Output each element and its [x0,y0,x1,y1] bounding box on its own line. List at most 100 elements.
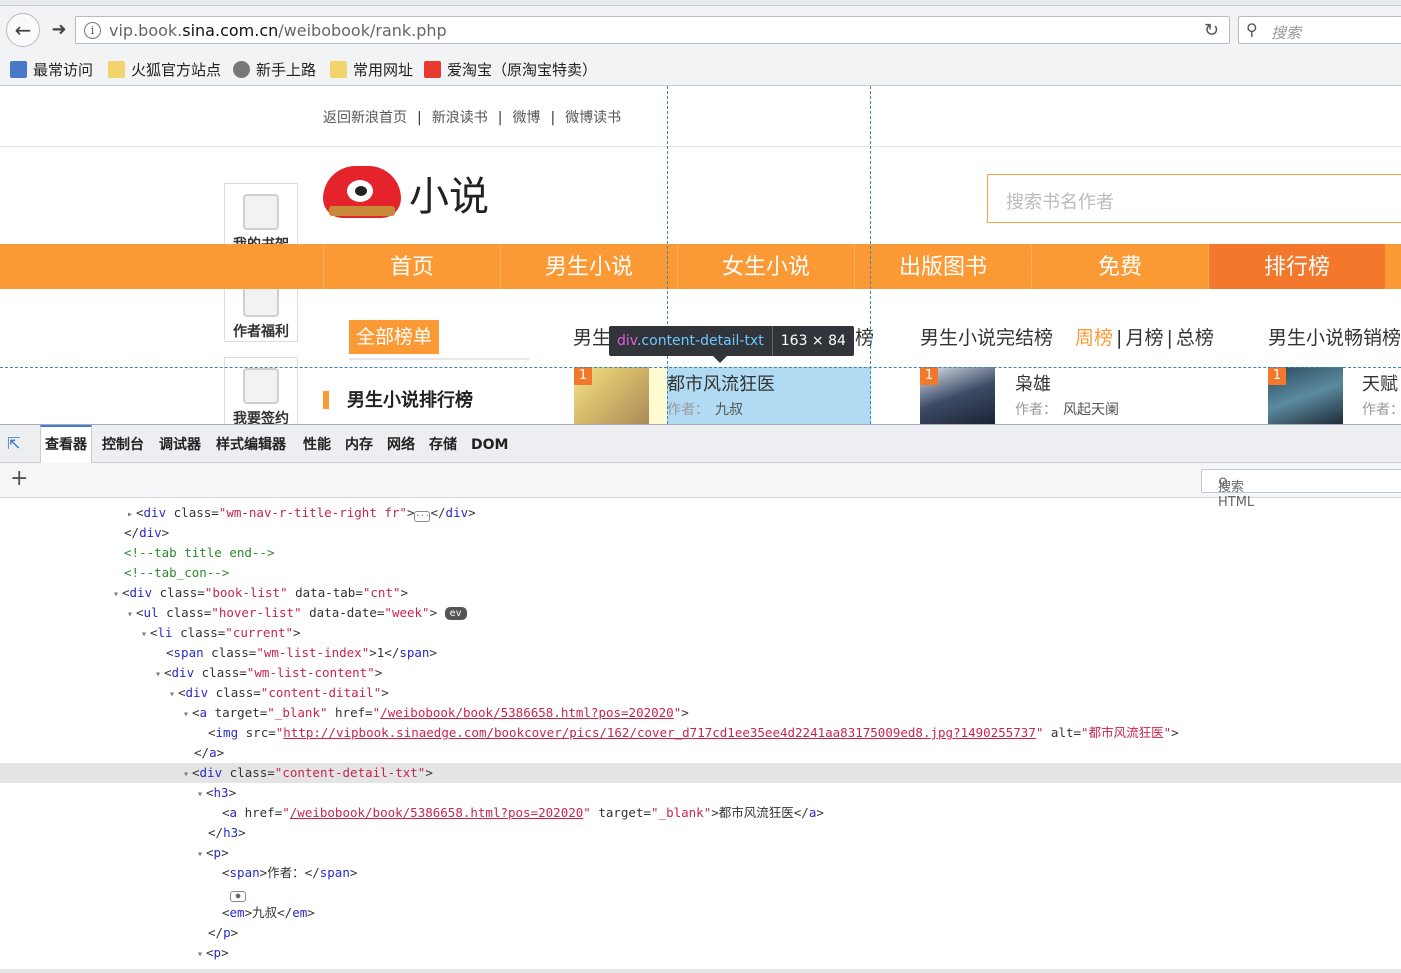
link-sina-home[interactable]: 返回新浪首页 [323,110,407,126]
col3-title: 男生小说畅销榜 [1268,327,1401,349]
markup-view[interactable]: ▸ <div class="wm-nav-r-title-right fr">··… [0,498,1401,968]
nav-male-novels[interactable]: 男生小说 [500,244,677,289]
markup-line[interactable]: ▾ <p> [0,843,1401,863]
markup-line[interactable]: <em>九叔</em> [0,903,1401,923]
element-picker-icon[interactable]: ⇱ [7,434,29,454]
col1-title-prefix: 男生 [573,327,612,349]
back-button[interactable]: ← [6,13,40,47]
bookmark-getting-started[interactable]: 新手上路 [233,59,316,80]
nav-published-books[interactable]: 出版图书 [854,244,1031,289]
book-cover[interactable]: 1 [574,367,649,424]
guide-line [0,367,1401,368]
book-search-input[interactable]: 搜索书名作者 [987,174,1401,223]
nav-rankings[interactable]: 排行榜 [1208,244,1385,289]
markup-line[interactable]: ▾ <a target="_blank" href="/weibobook/boo… [0,703,1401,723]
markup-line[interactable]: <img src="http://vipbook.sinaedge.com/bo… [0,723,1401,743]
book-author: 作者： 风起天阑 [1015,402,1119,418]
book-title[interactable]: 枭雄 [1015,370,1051,396]
markup-line-selected[interactable]: ▾ <div class="content-detail-txt"> [0,763,1401,783]
bookmarks-toolbar: 最常访问 火狐官方站点 新手上路 常用网址 爱淘宝（原淘宝特卖） [0,56,1401,82]
markup-line[interactable]: ▾ <p> [0,943,1401,963]
browser-search-box[interactable]: ⚲ 搜索 [1238,16,1401,44]
globe-icon [233,61,250,78]
bookshelf-icon [243,194,279,230]
bookmark-common-sites[interactable]: 常用网址 [330,59,413,80]
event-badge[interactable]: ev [444,607,467,620]
markup-line[interactable]: </div> [0,523,1401,543]
bookmark-aitaobao[interactable]: 爱淘宝（原淘宝特卖） [424,59,597,80]
book-title[interactable]: 都市风流狂医 [667,370,775,396]
tab-style-editor[interactable]: 样式编辑器 [216,425,286,463]
devtools-tabs: ⇱ 查看器 控制台 调试器 样式编辑器 性能 内存 网络 存储 DOM [0,425,1401,463]
markup-line[interactable]: ▸ <div class="wm-nav-r-title-right fr">··… [0,503,1401,523]
taobao-icon [424,61,441,78]
markup-line[interactable]: ▾ <div class="book-list" data-tab="cnt"> [0,583,1401,603]
browser-chrome: ← ➜ i vip.book.sina.com.cn/weibobook/ran… [0,0,1401,86]
logo-text: 小说 [409,174,489,220]
tab-memory[interactable]: 内存 [345,425,373,463]
guide-line [667,86,668,424]
tab-network[interactable]: 网络 [387,425,415,463]
inspector-tooltip: div.content-detail-txt 163 × 84 [609,326,854,363]
markup-line[interactable]: <!--tab title end--> [0,543,1401,563]
markup-line[interactable]: ▾ <h3> [0,783,1401,803]
markup-line[interactable]: ▾ <li class="current"> [0,623,1401,643]
most-visited-icon [10,61,27,78]
male-rank-heading[interactable]: 男生小说排行榜 [323,386,473,412]
col2-tab-total[interactable]: 总榜 [1176,327,1214,349]
markup-line[interactable]: ● [0,883,1401,903]
site-logo[interactable]: 小说 [323,160,493,222]
guide-line [870,86,871,424]
folder-icon [330,61,347,78]
url-text[interactable]: vip.book.sina.com.cn/weibobook/rank.php [109,21,447,40]
col2-tab-week[interactable]: 周榜 [1075,327,1113,349]
folder-icon [108,61,125,78]
markup-line[interactable]: ▾ <div class="content-ditail"> [0,683,1401,703]
site-info-icon[interactable]: i [84,22,101,39]
tab-debugger[interactable]: 调试器 [159,425,201,463]
all-rankings-tab[interactable]: 全部榜单 [349,320,439,354]
nav-female-novels[interactable]: 女生小说 [677,244,854,289]
html-search-input[interactable]: ⚲ 搜索 HTML [1201,469,1401,510]
col2-title: 男生小说完结榜 周榜 | 月榜 | 总榜 [920,327,1214,349]
book-title[interactable]: 天赋 [1362,370,1398,396]
link-weibo[interactable]: 微博 [512,110,540,126]
book-cover[interactable]: 1 [920,367,995,424]
markup-line[interactable]: <!--tab_con--> [0,563,1401,583]
whitespace-node-icon: ● [230,891,246,902]
top-links: 返回新浪首页 | 新浪读书 | 微博 | 微博读书 [323,110,622,126]
tab-inspector[interactable]: 查看器 [40,425,92,463]
markup-line[interactable]: ▾ <div class="wm-list-content"> [0,663,1401,683]
tab-dom[interactable]: DOM [471,425,508,463]
markup-line[interactable]: </p> [0,923,1401,943]
inspector-toolbar: + ⚲ 搜索 HTML [0,463,1401,510]
tab-storage[interactable]: 存储 [429,425,457,463]
tab-console[interactable]: 控制台 [102,425,144,463]
col2-tab-month[interactable]: 月榜 [1125,327,1163,349]
markup-line[interactable]: <a href="/weibobook/book/5386658.html?po… [0,803,1401,823]
add-node-button[interactable]: + [10,466,28,491]
bookmark-most-visited[interactable]: 最常访问 [10,59,93,80]
link-weibo-reading[interactable]: 微博读书 [565,110,621,126]
main-nav: 首页 男生小说 女生小说 出版图书 免费 排行榜 [0,244,1401,289]
book-cover[interactable]: 1 [1268,367,1343,424]
book-icon [329,206,395,216]
markup-line[interactable]: </a> [0,743,1401,763]
markup-line[interactable]: ▾ <ul class="hover-list" data-date="week"… [0,603,1401,623]
markup-line[interactable]: <span>作者：</span> [0,863,1401,883]
bookmark-firefox-site[interactable]: 火狐官方站点 [108,59,221,80]
web-page: 返回新浪首页|新浪读书|微博|微博读书 我的书架 作者福利 我要签约 小说 搜索… [0,86,1401,424]
forward-button[interactable]: ➜ [44,16,74,44]
browser-search-placeholder: 搜索 [1271,24,1302,42]
markup-line[interactable]: </h3> [0,823,1401,843]
markup-line[interactable]: <span class="wm-list-index">1</span> [0,643,1401,663]
horizontal-scrollbar[interactable] [0,969,1401,973]
link-sina-reading[interactable]: 新浪读书 [432,110,488,126]
url-bar[interactable]: i vip.book.sina.com.cn/weibobook/rank.ph… [75,16,1230,44]
pen-icon [243,368,279,404]
nav-free[interactable]: 免费 [1031,244,1208,289]
tab-performance[interactable]: 性能 [303,425,331,463]
reload-icon[interactable]: ↻ [1204,20,1219,41]
nav-home[interactable]: 首页 [323,244,500,289]
devtools-panel: ⇱ 查看器 控制台 调试器 样式编辑器 性能 内存 网络 存储 DOM + ⚲ … [0,424,1401,973]
